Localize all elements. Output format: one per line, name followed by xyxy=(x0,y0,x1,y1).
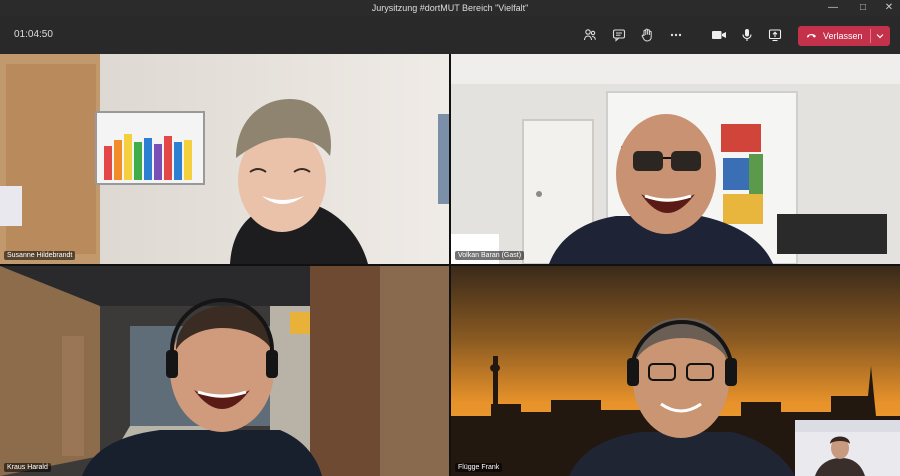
video-grid: Susanne Hildebrandt Volkan Baran (Gast) xyxy=(0,54,900,476)
leave-label: Verlassen xyxy=(823,31,863,41)
participant-tile-susanne[interactable]: Susanne Hildebrandt xyxy=(0,54,449,264)
leave-divider xyxy=(870,29,871,43)
self-view-preview[interactable] xyxy=(795,420,900,476)
participant-tile-volkan[interactable]: Volkan Baran (Gast) xyxy=(451,54,900,264)
participant-name: Flügge Frank xyxy=(455,463,503,472)
window-title: Jurysitzung #dortMUT Bereich "Vielfalt" xyxy=(371,3,529,13)
close-icon[interactable]: ✕ xyxy=(878,0,900,16)
participant-name: Susanne Hildebrandt xyxy=(4,251,76,260)
people-icon[interactable] xyxy=(581,26,599,44)
chat-icon[interactable] xyxy=(610,26,628,44)
hang-up-icon xyxy=(806,31,817,41)
maximize-icon[interactable]: □ xyxy=(852,0,874,16)
title-bar: Jurysitzung #dortMUT Bereich "Vielfalt" … xyxy=(0,0,900,16)
leave-button[interactable]: Verlassen xyxy=(798,26,890,46)
meeting-toolbar: 01:04:50 Verlassen xyxy=(0,16,900,54)
meeting-timer: 01:04:50 xyxy=(14,29,53,40)
chevron-down-icon[interactable] xyxy=(875,29,885,45)
more-icon[interactable] xyxy=(667,26,685,44)
participant-video xyxy=(0,266,449,476)
self-view-video xyxy=(795,420,900,476)
raise-hand-icon[interactable] xyxy=(638,26,656,44)
participant-video xyxy=(0,54,449,264)
mic-icon[interactable] xyxy=(738,26,756,44)
participant-name: Volkan Baran (Gast) xyxy=(455,251,525,260)
minimize-icon[interactable]: — xyxy=(822,0,844,16)
participant-video xyxy=(451,54,900,264)
participant-tile-harald[interactable]: Kraus Harald xyxy=(0,266,449,476)
share-screen-icon[interactable] xyxy=(766,26,784,44)
participant-name: Kraus Harald xyxy=(4,463,51,472)
camera-icon[interactable] xyxy=(710,26,728,44)
